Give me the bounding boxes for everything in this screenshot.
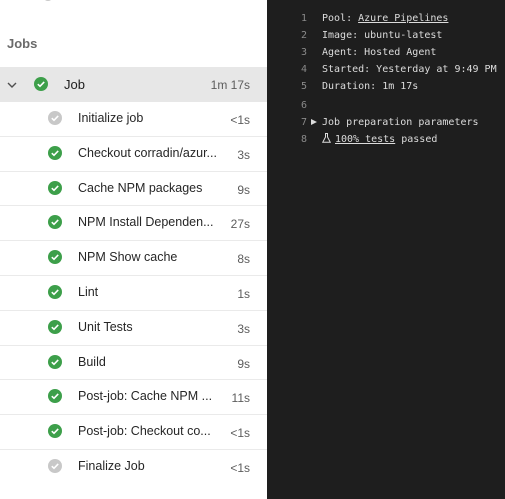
check-circle-icon bbox=[48, 215, 62, 230]
step-name: Initialize job bbox=[78, 111, 144, 125]
step-name: NPM Install Dependen... bbox=[78, 215, 214, 230]
check-circle-icon bbox=[48, 354, 62, 369]
step-duration: 9s bbox=[237, 182, 250, 197]
step-row[interactable]: Lint 1s bbox=[0, 276, 267, 311]
check-circle-icon bbox=[48, 145, 62, 160]
step-row[interactable]: Build 9s bbox=[0, 346, 267, 381]
cropped-item bbox=[0, 0, 267, 6]
step-duration: 1s bbox=[237, 286, 250, 301]
step-name: Finalize Job bbox=[78, 458, 145, 473]
check-circle-icon bbox=[48, 319, 62, 334]
step-row[interactable]: Post-job: Cache NPM ... 11s bbox=[0, 380, 267, 416]
step-duration: <1s bbox=[230, 460, 250, 475]
line-number: 4 bbox=[300, 64, 307, 75]
log-line: 5 Duration: 1m 17s bbox=[267, 78, 505, 95]
log-line: 8 100% tests passed bbox=[267, 131, 505, 148]
tests-link[interactable]: 100% tests bbox=[335, 134, 395, 145]
line-number: 1 bbox=[300, 13, 307, 24]
line-number: 6 bbox=[300, 100, 307, 111]
log-text: Image: ubuntu-latest bbox=[322, 30, 443, 41]
line-number: 3 bbox=[300, 47, 307, 58]
step-row[interactable]: Checkout corradin/azur... 3s bbox=[0, 137, 267, 172]
step-name: Post-job: Checkout co... bbox=[78, 424, 211, 439]
job-name: Job bbox=[64, 77, 85, 92]
step-duration: 11s bbox=[231, 391, 250, 406]
chevron-down-icon[interactable] bbox=[6, 79, 18, 91]
log-panel: 1 Pool: Azure Pipelines 2 Image: ubuntu-… bbox=[267, 0, 505, 499]
step-duration: 27s bbox=[230, 217, 250, 232]
step-row[interactable]: Post-job: Checkout co... <1s bbox=[0, 415, 267, 450]
log-line: 6 bbox=[267, 97, 505, 114]
step-list: Initialize job <1s Checkout corradin/azu… bbox=[0, 102, 267, 485]
check-circle-icon bbox=[34, 77, 48, 91]
log-line: 1 Pool: Azure Pipelines bbox=[267, 10, 505, 27]
step-duration: 3s bbox=[237, 147, 250, 162]
check-circle-icon bbox=[48, 180, 62, 195]
step-duration: <1s bbox=[230, 113, 250, 127]
check-circle-icon bbox=[48, 250, 62, 265]
step-row[interactable]: Finalize Job <1s bbox=[0, 450, 267, 485]
step-name: Cache NPM packages bbox=[78, 180, 203, 195]
step-duration: 9s bbox=[237, 356, 250, 371]
step-duration: <1s bbox=[230, 426, 250, 441]
log-text: Job preparation parameters bbox=[322, 117, 479, 128]
step-name: Unit Tests bbox=[78, 319, 133, 334]
log-line-expandable[interactable]: 7 Job preparation parameters bbox=[267, 114, 505, 131]
step-name: Post-job: Cache NPM ... bbox=[78, 389, 213, 404]
job-row[interactable]: Job 1m 17s bbox=[0, 67, 267, 102]
job-duration: 1m 17s bbox=[210, 78, 250, 92]
step-row[interactable]: NPM Show cache 8s bbox=[0, 241, 267, 276]
check-circle-gray-icon bbox=[48, 458, 62, 473]
line-number: 2 bbox=[300, 30, 307, 41]
line-number: 8 bbox=[300, 134, 307, 145]
log-line: 2 Image: ubuntu-latest bbox=[267, 27, 505, 44]
jobs-heading: Jobs bbox=[7, 36, 38, 51]
check-circle-icon bbox=[48, 284, 62, 299]
triangle-right-icon[interactable] bbox=[311, 119, 317, 125]
jobs-panel: Jobs Job 1m 17s Initialize job <1s Check… bbox=[0, 0, 267, 499]
step-name: NPM Show cache bbox=[78, 250, 178, 265]
step-name: Build bbox=[78, 354, 106, 369]
log-text: 100% tests passed bbox=[321, 131, 438, 148]
step-row[interactable]: Unit Tests 3s bbox=[0, 311, 267, 346]
step-row[interactable]: NPM Install Dependen... 27s bbox=[0, 206, 267, 242]
step-duration: 3s bbox=[237, 321, 250, 336]
log-line: 3 Agent: Hosted Agent bbox=[267, 44, 505, 61]
check-circle-icon bbox=[48, 424, 62, 439]
line-number: 5 bbox=[300, 81, 307, 92]
log-text: Started: Yesterday at 9:49 PM bbox=[322, 64, 497, 75]
cropped-icon bbox=[43, 0, 53, 1]
step-duration: 8s bbox=[237, 252, 250, 267]
tests-suffix: passed bbox=[395, 134, 438, 145]
step-row[interactable]: Initialize job <1s bbox=[0, 102, 267, 137]
log-text: Agent: Hosted Agent bbox=[322, 47, 437, 58]
flask-icon bbox=[321, 133, 332, 143]
log-text: Pool: Azure Pipelines bbox=[322, 10, 448, 27]
check-circle-icon bbox=[48, 389, 62, 404]
pool-label: Pool: bbox=[322, 13, 359, 24]
log-text: Duration: 1m 17s bbox=[322, 81, 419, 92]
step-row[interactable]: Cache NPM packages 9s bbox=[0, 172, 267, 207]
pool-link[interactable]: Azure Pipelines bbox=[358, 13, 448, 24]
step-name: Lint bbox=[78, 284, 99, 299]
line-number: 7 bbox=[300, 117, 307, 128]
log-line: 4 Started: Yesterday at 9:49 PM bbox=[267, 61, 505, 78]
check-circle-gray-icon bbox=[48, 111, 62, 125]
step-name: Checkout corradin/azur... bbox=[78, 145, 217, 160]
